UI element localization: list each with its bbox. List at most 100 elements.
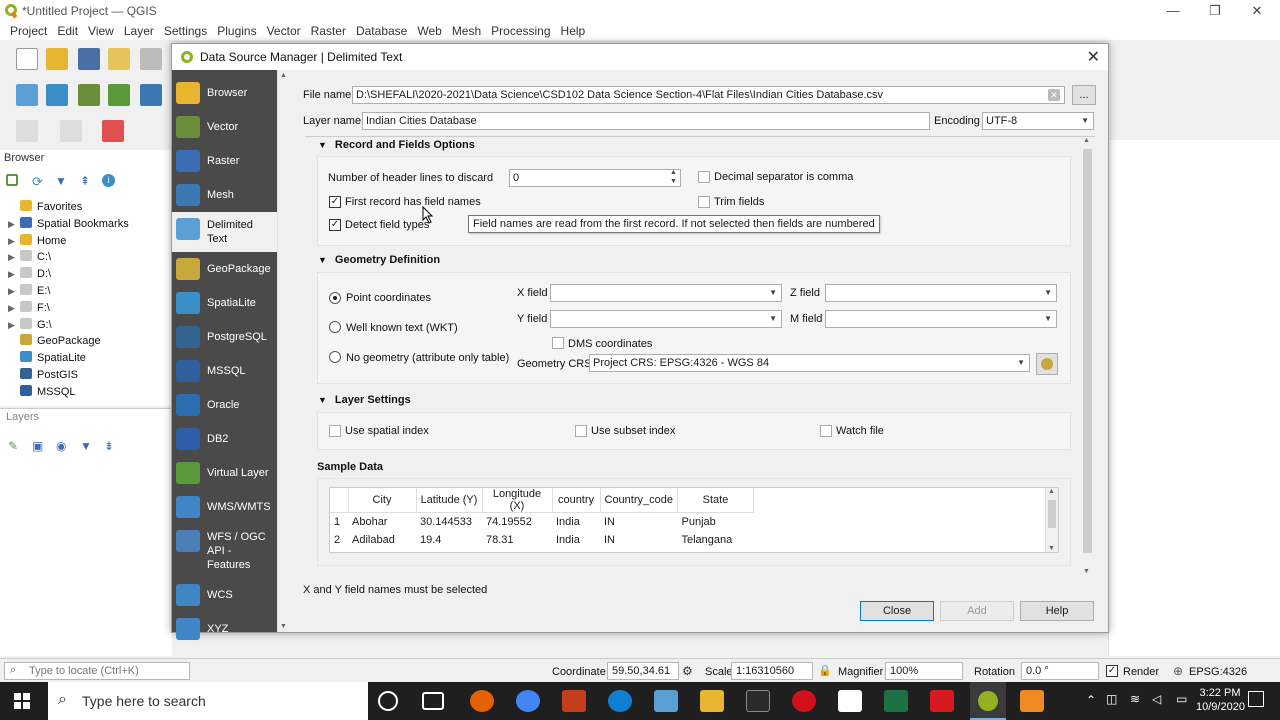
detect-types-checkbox[interactable]: ✓ — [329, 219, 341, 231]
menu-project[interactable]: Project — [10, 22, 47, 40]
subset-index-checkbox[interactable] — [575, 425, 587, 437]
spatial-index-checkbox[interactable] — [329, 425, 341, 437]
browser-tree-item[interactable]: ▶ Spatial Bookmarks — [8, 216, 129, 230]
filter-legend-icon[interactable]: ▼ — [80, 439, 92, 453]
chevron-right-icon[interactable]: ▶ — [8, 219, 20, 230]
trim-fields-checkbox[interactable] — [698, 196, 710, 208]
opera-icon[interactable] — [792, 690, 816, 712]
menu-edit[interactable]: Edit — [57, 22, 78, 40]
browser-tree-item[interactable]: ▶ C:\ — [8, 250, 51, 263]
column-header[interactable]: State — [677, 488, 754, 513]
menu-view[interactable]: View — [88, 22, 114, 40]
browser-tree-item[interactable]: ▶ E:\ — [8, 284, 50, 297]
dms-checkbox[interactable] — [552, 337, 564, 349]
acrobat-icon[interactable] — [930, 690, 954, 712]
expand-all-icon[interactable]: ⇟ — [104, 439, 114, 453]
close-window-icon[interactable]: ✕ — [1236, 0, 1278, 22]
encoding-select[interactable]: UTF-8 ▼ — [982, 112, 1094, 130]
notification-icon[interactable] — [1248, 691, 1264, 707]
firefox-icon[interactable] — [470, 690, 494, 712]
menu-web[interactable]: Web — [417, 22, 441, 40]
powerpoint-icon[interactable] — [562, 690, 586, 712]
nav-item-virtual-layer[interactable]: Virtual Layer — [172, 456, 277, 490]
qgis-taskbar-icon[interactable] — [970, 682, 1006, 720]
sample-scrollbar[interactable]: ▲ ▼ — [1045, 488, 1058, 552]
nav-item-wfs-ogc-api-features[interactable]: WFS / OGC API - Features — [172, 524, 277, 578]
open-project-icon[interactable] — [46, 48, 68, 70]
tray-chevron-icon[interactable]: ⌃ — [1086, 693, 1096, 707]
taskbar-search-input[interactable]: Type here to search — [48, 682, 368, 720]
toggle-extents-icon[interactable]: ⚙ — [682, 664, 693, 678]
menu-vector[interactable]: Vector — [267, 22, 301, 40]
info-icon[interactable]: i — [102, 174, 115, 187]
visibility-icon[interactable]: ◉ — [56, 439, 66, 453]
table-row[interactable]: 1 Abohar 30.144533 74.19552 India IN Punjab — [330, 513, 754, 531]
remove-layer-icon[interactable] — [102, 120, 124, 142]
crs-status[interactable]: EPSG:4326 — [1189, 666, 1247, 678]
crs-selector-button[interactable] — [1036, 353, 1058, 375]
spin-arrows-icon[interactable]: ▲ ▼ — [670, 168, 677, 186]
coordinate-field[interactable]: 59.50,34.61 — [607, 662, 679, 680]
nav-item-spatialite[interactable]: SpatiaLite — [172, 286, 277, 320]
mesh-layer-icon[interactable] — [140, 84, 162, 106]
y-field-select[interactable]: ▼ — [550, 310, 782, 328]
column-header[interactable]: country — [552, 488, 601, 513]
collapse-all-icon[interactable]: ⇞ — [80, 174, 90, 188]
menu-mesh[interactable]: Mesh — [452, 22, 481, 40]
file-explorer-icon[interactable] — [700, 690, 724, 712]
lock-icon[interactable]: 🔒 — [818, 664, 832, 677]
deselect-icon[interactable] — [60, 120, 82, 142]
layer-name-input[interactable]: Indian Cities Database — [362, 112, 930, 130]
column-header[interactable]: Country_code — [600, 488, 678, 513]
excel-icon[interactable] — [884, 690, 908, 712]
nav-item-browser[interactable]: Browser — [172, 76, 277, 110]
column-header[interactable]: Longitude (X) — [482, 488, 553, 513]
menu-database[interactable]: Database — [356, 22, 407, 40]
browser-tree-item[interactable]: ▶ F:\ — [8, 300, 50, 314]
menu-processing[interactable]: Processing — [491, 22, 550, 40]
restore-icon[interactable]: ❐ — [1194, 0, 1236, 22]
network-icon[interactable]: ◫ — [1106, 692, 1117, 706]
column-header[interactable]: City — [348, 488, 417, 513]
m-field-select[interactable]: ▼ — [825, 310, 1057, 328]
app-orange-icon[interactable] — [1020, 690, 1044, 712]
nav-item-wcs[interactable]: WCS — [172, 578, 277, 612]
browser-tree-item[interactable]: SpatiaLite — [8, 351, 86, 364]
nav-item-geopackage[interactable]: GeoPackage — [172, 252, 277, 286]
minimize-icon[interactable]: — — [1152, 0, 1194, 22]
chevron-right-icon[interactable]: ▶ — [8, 303, 20, 314]
render-checkbox[interactable]: ✓ — [1106, 665, 1118, 677]
rotation-field[interactable]: 0.0 ° — [1021, 662, 1099, 680]
battery-icon[interactable]: ▭ — [1176, 692, 1187, 706]
file-name-input[interactable]: D:\SHEFALI\2020-2021\Data Science\CSD102… — [352, 86, 1065, 104]
clock[interactable]: 3:22 PM 10/9/2020 — [1196, 686, 1245, 714]
scale-field[interactable]: 1:16310560 — [731, 662, 813, 680]
add-vector-icon[interactable] — [78, 84, 100, 106]
chevron-right-icon[interactable]: ▶ — [8, 236, 20, 247]
add-button[interactable]: Add — [940, 601, 1014, 621]
nav-item-wms-wmts[interactable]: WMS/WMTS — [172, 490, 277, 524]
geometry-section-header[interactable]: ▼ Geometry Definition — [318, 254, 440, 266]
browser-tree-item[interactable]: ▶ G:\ — [8, 317, 52, 331]
browser-tree-item[interactable]: GeoPackage — [8, 334, 101, 347]
nav-item-vector[interactable]: Vector — [172, 110, 277, 144]
nav-item-delimited-text[interactable]: Delimited Text — [172, 212, 277, 252]
first-record-checkbox[interactable]: ✓ — [329, 196, 341, 208]
nav-item-oracle[interactable]: Oracle — [172, 388, 277, 422]
filter-icon[interactable]: ▼ — [55, 174, 67, 188]
add-layer-icon[interactable] — [16, 84, 38, 106]
layer-settings-section-header[interactable]: ▼ Layer Settings — [318, 394, 411, 406]
map-canvas[interactable] — [1108, 140, 1280, 656]
add-group-icon[interactable]: ▣ — [32, 439, 43, 453]
browser-tree-item[interactable]: PostGIS — [8, 368, 78, 381]
refresh-icon[interactable]: ⟳ — [32, 174, 43, 190]
no-geometry-radio[interactable] — [329, 351, 341, 363]
menu-help[interactable]: Help — [561, 22, 586, 40]
digitize-icon[interactable] — [108, 84, 130, 106]
chevron-right-icon[interactable]: ▶ — [8, 269, 20, 280]
watch-file-checkbox[interactable] — [820, 425, 832, 437]
wifi-icon[interactable]: ≋ — [1130, 692, 1140, 706]
volume-icon[interactable]: ◁ — [1152, 692, 1161, 706]
new-project-icon[interactable] — [16, 48, 38, 70]
crs-globe-icon[interactable]: ⊕ — [1173, 664, 1183, 678]
